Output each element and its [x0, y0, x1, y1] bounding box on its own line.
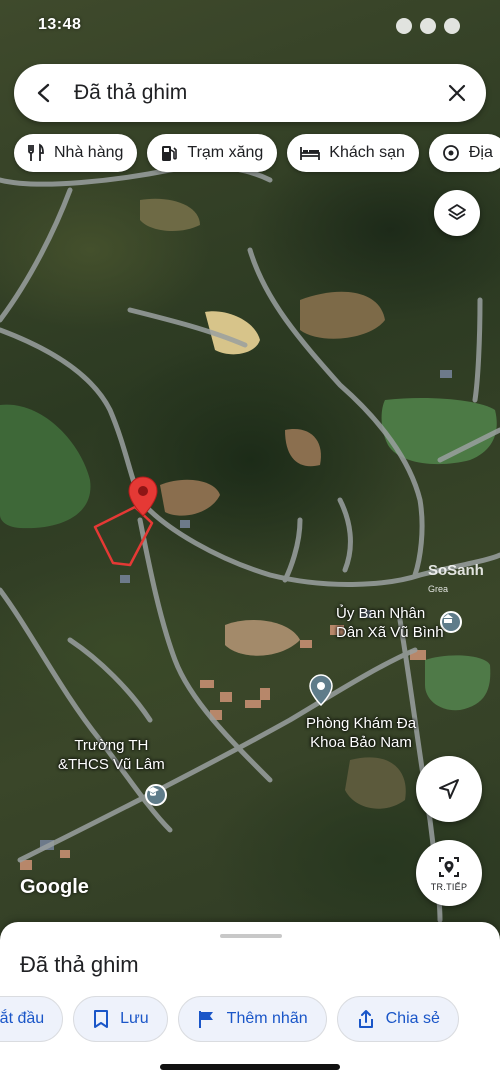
close-icon [448, 84, 466, 102]
chip-restaurants[interactable]: Nhà hàng [14, 134, 138, 172]
poi-label-school[interactable]: Trường TH &THCS Vũ Lâm [58, 736, 165, 774]
chip-hotels[interactable]: Khách sạn [287, 134, 419, 172]
fork-knife-icon [28, 143, 44, 161]
my-location-button[interactable] [416, 756, 482, 822]
chip-gas[interactable]: Trạm xăng [147, 134, 278, 172]
chip-label: Trạm xăng [187, 144, 264, 161]
status-icon [444, 18, 460, 34]
poi-label-ubnd[interactable]: Ủy Ban Nhân Dân Xã Vũ Bình [336, 604, 444, 642]
street-view-icon [439, 857, 459, 877]
chip-label: Địa [468, 144, 493, 161]
location-arrow-icon [439, 779, 459, 799]
google-attribution: Google [20, 876, 89, 898]
sheet-handle[interactable] [220, 934, 282, 938]
layers-icon [448, 204, 466, 220]
continue-button[interactable]: TR.TIẾP [416, 840, 482, 906]
back-button[interactable] [14, 64, 74, 122]
bed-icon [300, 147, 321, 160]
dropped-pin-icon[interactable] [128, 476, 158, 518]
chip-label: Khách sạn [329, 144, 405, 161]
share-icon [358, 1010, 373, 1028]
search-query[interactable]: Đã thả ghim [74, 81, 428, 105]
place-pin-icon[interactable] [309, 674, 333, 706]
status-icons [396, 18, 460, 34]
flag-icon [198, 1011, 213, 1028]
status-time: 13:48 [38, 16, 82, 33]
layers-button[interactable] [434, 190, 480, 236]
sheet-title: Đã thả ghim [20, 952, 139, 977]
chip-attractions[interactable]: Địa [428, 134, 500, 172]
poi-label-clinic[interactable]: Phòng Khám Đa Khoa Bảo Nam [306, 714, 416, 752]
arrow-back-icon [37, 83, 50, 103]
search-bar[interactable]: Đã thả ghim [14, 64, 486, 122]
school-icon[interactable] [145, 784, 167, 806]
watermark: SoSanh Grea [428, 562, 484, 594]
continue-label: TR.TIẾP [430, 882, 468, 892]
bookmark-icon [94, 1010, 109, 1028]
status-icon [396, 18, 412, 34]
start-button[interactable]: Bắt đầu [0, 996, 64, 1042]
action-label: Bắt đầu [0, 1010, 45, 1027]
clear-button[interactable] [428, 64, 486, 122]
action-label: Chia sẻ [385, 1010, 440, 1027]
add-label-button[interactable]: Thêm nhãn [177, 996, 327, 1042]
home-indicator[interactable] [160, 1064, 340, 1070]
category-chips: Nhà hàng Trạm xăng Khách sạn Địa [14, 134, 500, 172]
share-button[interactable]: Chia sẻ [336, 996, 459, 1042]
save-button[interactable]: Lưu [73, 996, 168, 1042]
action-label: Thêm nhãn [226, 1010, 308, 1027]
status-icon [420, 18, 436, 34]
bottom-sheet[interactable]: Đã thả ghim Bắt đầu Lưu Thêm nhãn Chia s… [0, 922, 500, 1080]
chip-label: Nhà hàng [54, 144, 124, 161]
action-label: Lưu [120, 1010, 149, 1027]
gas-station-icon [162, 146, 178, 161]
action-buttons: Bắt đầu Lưu Thêm nhãn Chia sẻ [0, 996, 459, 1042]
attraction-icon [442, 145, 459, 161]
